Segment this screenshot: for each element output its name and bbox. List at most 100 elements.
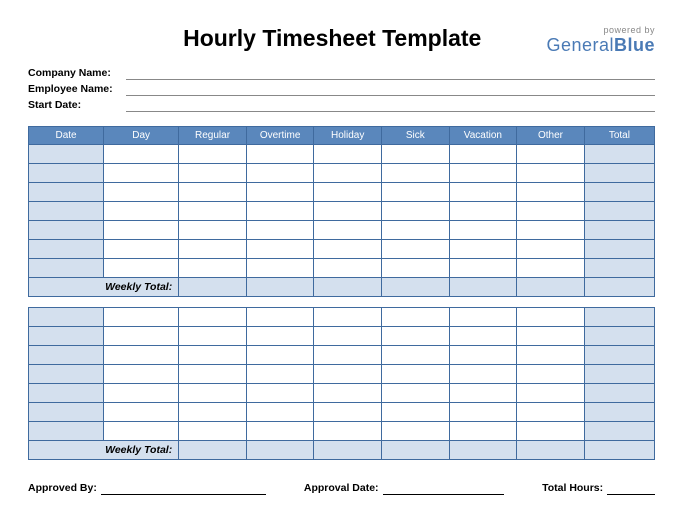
cell[interactable] xyxy=(449,327,517,346)
cell[interactable] xyxy=(29,327,104,346)
cell[interactable] xyxy=(179,145,247,164)
cell[interactable] xyxy=(246,259,314,278)
cell[interactable] xyxy=(517,202,585,221)
cell[interactable] xyxy=(382,365,450,384)
weekly-total-cell[interactable] xyxy=(584,441,654,460)
cell[interactable] xyxy=(449,365,517,384)
cell[interactable] xyxy=(179,422,247,441)
cell[interactable] xyxy=(584,240,654,259)
cell[interactable] xyxy=(584,202,654,221)
cell[interactable] xyxy=(382,422,450,441)
cell[interactable] xyxy=(29,145,104,164)
cell[interactable] xyxy=(517,164,585,183)
cell[interactable] xyxy=(517,259,585,278)
cell[interactable] xyxy=(179,346,247,365)
cell[interactable] xyxy=(246,403,314,422)
cell[interactable] xyxy=(104,365,179,384)
cell[interactable] xyxy=(29,403,104,422)
cell[interactable] xyxy=(382,384,450,403)
cell[interactable] xyxy=(517,221,585,240)
weekly-total-cell[interactable] xyxy=(382,278,450,297)
cell[interactable] xyxy=(517,145,585,164)
cell[interactable] xyxy=(246,327,314,346)
cell[interactable] xyxy=(314,422,382,441)
cell[interactable] xyxy=(29,202,104,221)
weekly-total-cell[interactable] xyxy=(517,441,585,460)
cell[interactable] xyxy=(382,259,450,278)
cell[interactable] xyxy=(104,346,179,365)
cell[interactable] xyxy=(314,259,382,278)
start-date-field[interactable] xyxy=(126,98,655,112)
cell[interactable] xyxy=(104,259,179,278)
cell[interactable] xyxy=(179,384,247,403)
cell[interactable] xyxy=(449,346,517,365)
cell[interactable] xyxy=(314,327,382,346)
cell[interactable] xyxy=(246,183,314,202)
weekly-total-cell[interactable] xyxy=(179,278,247,297)
cell[interactable] xyxy=(382,327,450,346)
cell[interactable] xyxy=(314,145,382,164)
cell[interactable] xyxy=(449,145,517,164)
cell[interactable] xyxy=(449,403,517,422)
cell[interactable] xyxy=(246,202,314,221)
cell[interactable] xyxy=(104,403,179,422)
cell[interactable] xyxy=(246,384,314,403)
cell[interactable] xyxy=(246,308,314,327)
cell[interactable] xyxy=(449,422,517,441)
cell[interactable] xyxy=(104,202,179,221)
cell[interactable] xyxy=(179,365,247,384)
cell[interactable] xyxy=(584,221,654,240)
cell[interactable] xyxy=(584,183,654,202)
cell[interactable] xyxy=(246,346,314,365)
cell[interactable] xyxy=(246,365,314,384)
cell[interactable] xyxy=(517,384,585,403)
cell[interactable] xyxy=(104,164,179,183)
cell[interactable] xyxy=(179,183,247,202)
cell[interactable] xyxy=(246,145,314,164)
cell[interactable] xyxy=(449,221,517,240)
cell[interactable] xyxy=(29,183,104,202)
cell[interactable] xyxy=(104,384,179,403)
cell[interactable] xyxy=(104,422,179,441)
cell[interactable] xyxy=(29,164,104,183)
cell[interactable] xyxy=(517,422,585,441)
cell[interactable] xyxy=(104,145,179,164)
cell[interactable] xyxy=(382,183,450,202)
cell[interactable] xyxy=(246,221,314,240)
cell[interactable] xyxy=(517,308,585,327)
weekly-total-cell[interactable] xyxy=(246,278,314,297)
cell[interactable] xyxy=(314,183,382,202)
cell[interactable] xyxy=(104,240,179,259)
cell[interactable] xyxy=(382,164,450,183)
cell[interactable] xyxy=(517,327,585,346)
cell[interactable] xyxy=(584,145,654,164)
cell[interactable] xyxy=(246,164,314,183)
weekly-total-cell[interactable] xyxy=(246,441,314,460)
cell[interactable] xyxy=(246,240,314,259)
cell[interactable] xyxy=(584,384,654,403)
cell[interactable] xyxy=(29,422,104,441)
cell[interactable] xyxy=(314,221,382,240)
cell[interactable] xyxy=(179,221,247,240)
cell[interactable] xyxy=(314,346,382,365)
cell[interactable] xyxy=(449,308,517,327)
cell[interactable] xyxy=(382,346,450,365)
cell[interactable] xyxy=(246,422,314,441)
weekly-total-cell[interactable] xyxy=(314,441,382,460)
cell[interactable] xyxy=(179,308,247,327)
cell[interactable] xyxy=(314,308,382,327)
cell[interactable] xyxy=(517,346,585,365)
weekly-total-cell[interactable] xyxy=(382,441,450,460)
weekly-total-cell[interactable] xyxy=(584,278,654,297)
weekly-total-cell[interactable] xyxy=(179,441,247,460)
approved-by-field[interactable] xyxy=(101,483,266,495)
cell[interactable] xyxy=(382,202,450,221)
cell[interactable] xyxy=(517,365,585,384)
cell[interactable] xyxy=(449,240,517,259)
cell[interactable] xyxy=(29,346,104,365)
cell[interactable] xyxy=(449,183,517,202)
cell[interactable] xyxy=(29,384,104,403)
cell[interactable] xyxy=(584,308,654,327)
cell[interactable] xyxy=(104,308,179,327)
cell[interactable] xyxy=(449,259,517,278)
